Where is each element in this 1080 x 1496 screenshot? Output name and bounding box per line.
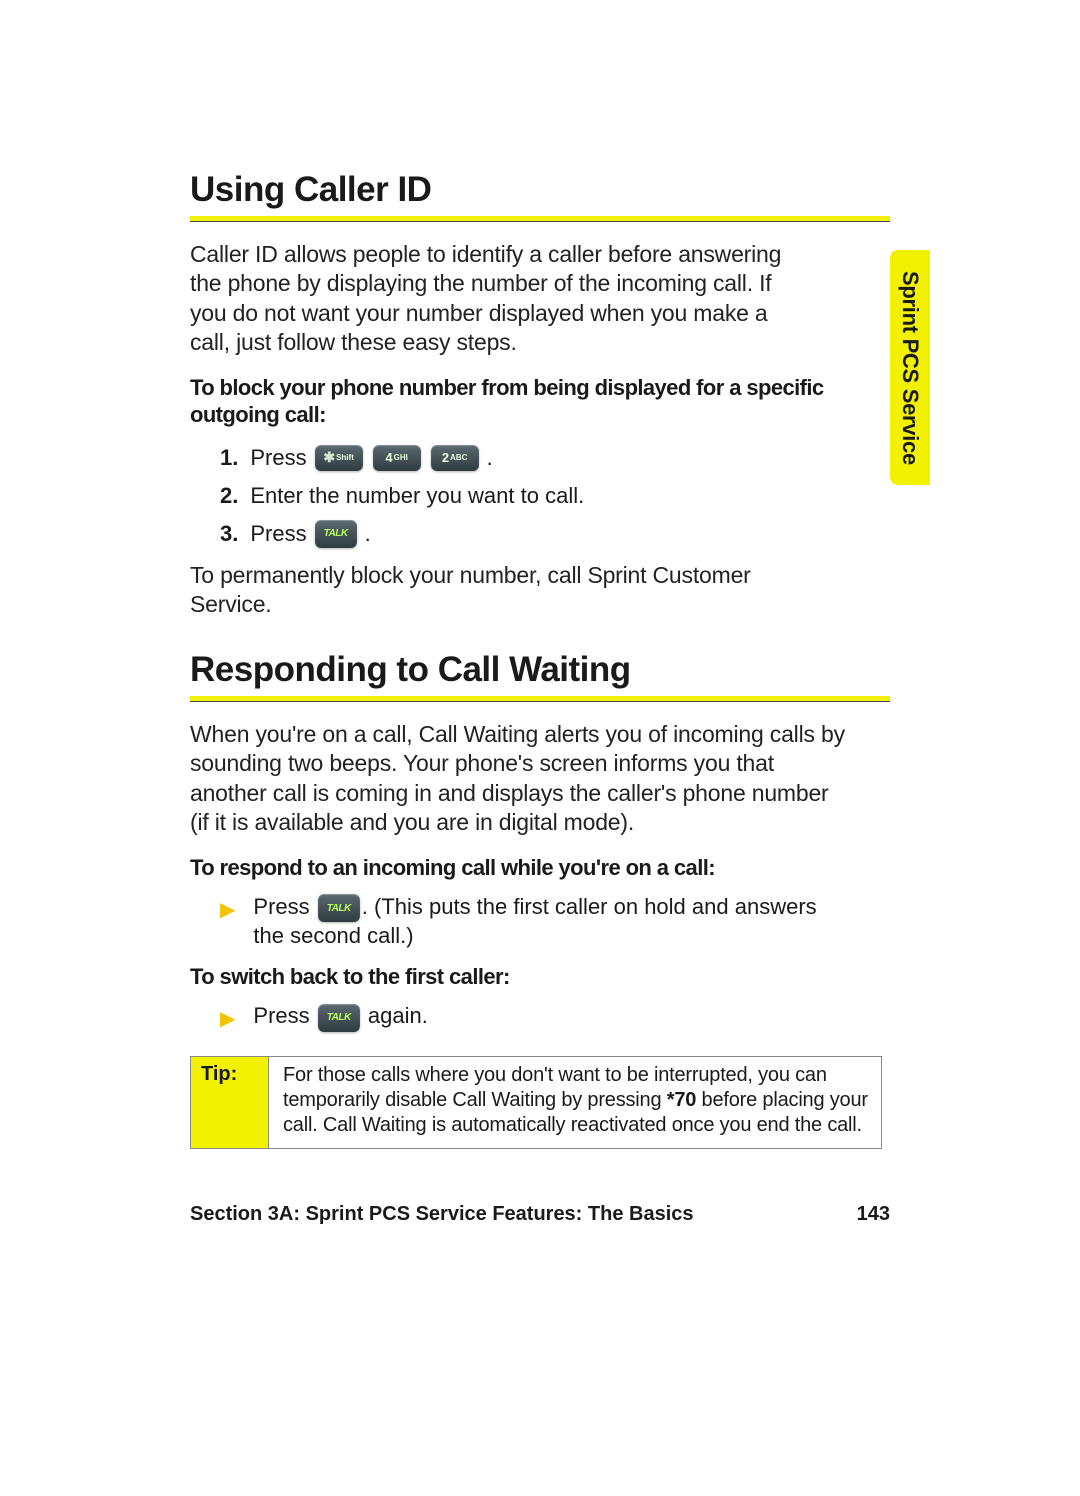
step-2: 2. Enter the number you want to call.: [220, 479, 840, 513]
star-key-icon: Shift: [315, 445, 363, 471]
switch-step: ▶ Press TALK again.: [220, 1002, 840, 1032]
tip-label: Tip:: [191, 1057, 269, 1148]
section-call-waiting: Responding to Call Waiting When you're o…: [190, 650, 890, 1150]
heading-using-caller-id: Using Caller ID: [190, 170, 890, 210]
bullet-arrow-icon: ▶: [220, 1006, 235, 1032]
side-tab-label: Sprint PCS Service: [897, 271, 923, 465]
heading-underline: [190, 216, 890, 222]
talk-key-icon: TALK: [318, 1004, 360, 1032]
page-footer: Section 3A: Sprint PCS Service Features:…: [190, 1203, 890, 1226]
tip-code: *70: [667, 1089, 696, 1111]
talk-key-icon: TALK: [318, 894, 360, 922]
step-number: 3.: [220, 517, 238, 551]
caller-id-intro: Caller ID allows people to identify a ca…: [190, 240, 800, 358]
switch-steps: ▶ Press TALK again.: [190, 1002, 840, 1032]
side-tab: Sprint PCS Service: [890, 250, 930, 485]
step-3: 3. Press TALK .: [220, 517, 840, 551]
step-1: 1. Press Shift 4GHI 2ABC .: [220, 441, 840, 475]
step-period: .: [487, 441, 493, 475]
tip-content: For those calls where you don't want to …: [269, 1057, 881, 1148]
heading-call-waiting: Responding to Call Waiting: [190, 650, 890, 690]
block-number-steps: 1. Press Shift 4GHI 2ABC . 2. Enter the …: [190, 441, 840, 551]
step-text: Press: [250, 441, 306, 475]
footer-section: Section 3A: Sprint PCS Service Features:…: [190, 1203, 694, 1226]
two-key-icon: 2ABC: [431, 445, 479, 471]
respond-step: ▶ Press TALK. (This puts the first calle…: [220, 893, 840, 951]
step-text: Press: [250, 517, 306, 551]
block-number-subhead: To block your phone number from being di…: [190, 374, 830, 429]
four-key-icon: 4GHI: [373, 445, 421, 471]
heading-underline: [190, 696, 890, 702]
respond-steps: ▶ Press TALK. (This puts the first calle…: [190, 893, 840, 951]
step-number: 1.: [220, 441, 238, 475]
step-number: 2.: [220, 479, 238, 513]
tip-box: Tip: For those calls where you don't wan…: [190, 1056, 882, 1149]
switch-subhead: To switch back to the first caller:: [190, 963, 830, 991]
talk-key-icon: TALK: [315, 520, 357, 548]
step-period: .: [365, 517, 371, 551]
footer-page-number: 143: [857, 1203, 890, 1226]
switch-step-content: Press TALK again.: [253, 1002, 840, 1032]
call-waiting-intro: When you're on a call, Call Waiting aler…: [190, 720, 850, 838]
respond-subhead: To respond to an incoming call while you…: [190, 854, 830, 882]
manual-page: Sprint PCS Service Using Caller ID Calle…: [0, 0, 1080, 1496]
step-text: Enter the number you want to call.: [250, 479, 584, 513]
permanent-block-note: To permanently block your number, call S…: [190, 561, 800, 620]
respond-step-content: Press TALK. (This puts the first caller …: [253, 893, 840, 951]
bullet-arrow-icon: ▶: [220, 897, 235, 951]
